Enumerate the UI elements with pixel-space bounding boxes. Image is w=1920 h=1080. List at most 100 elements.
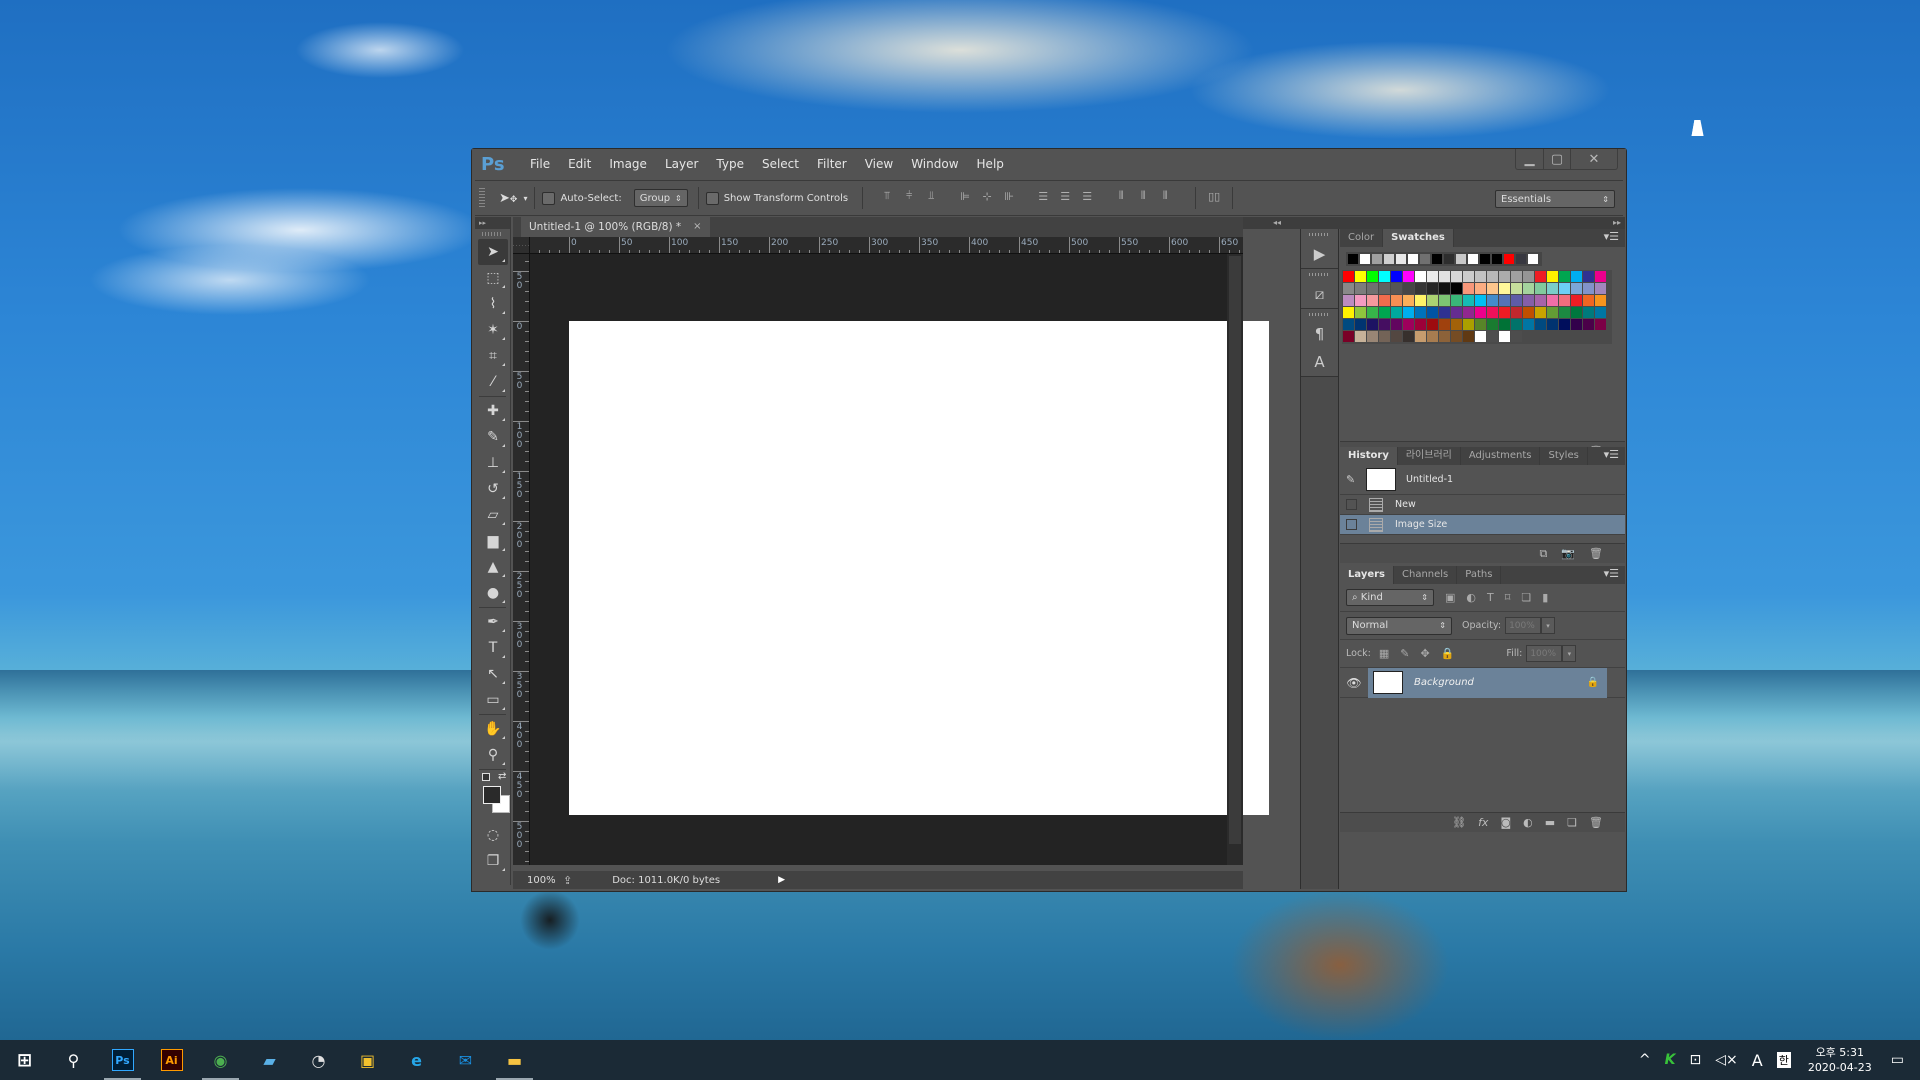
lasso-tool[interactable]: ⌇ xyxy=(478,291,508,317)
visibility-eye-icon[interactable]: 👁 xyxy=(1340,676,1368,690)
new-layer-icon[interactable]: ❏ xyxy=(1567,816,1577,829)
menu-view[interactable]: View xyxy=(856,157,902,171)
swatch[interactable] xyxy=(1355,319,1366,330)
swatch[interactable] xyxy=(1535,307,1546,318)
swatch[interactable] xyxy=(1367,331,1378,342)
close-tab-icon[interactable]: × xyxy=(693,217,701,237)
recent-swatch[interactable] xyxy=(1444,254,1454,264)
foreground-color[interactable] xyxy=(483,786,501,804)
swatch[interactable] xyxy=(1523,271,1534,282)
lock-transparent-icon[interactable]: ▦ xyxy=(1379,647,1389,660)
swatch[interactable] xyxy=(1391,283,1402,294)
swatch[interactable] xyxy=(1511,295,1522,306)
swatch[interactable] xyxy=(1487,307,1498,318)
swatch[interactable] xyxy=(1487,319,1498,330)
swatch[interactable] xyxy=(1379,307,1390,318)
notifications-icon[interactable]: ▭ xyxy=(1891,1052,1904,1068)
recent-swatch[interactable] xyxy=(1468,254,1478,264)
swatch[interactable] xyxy=(1403,283,1414,294)
recent-swatch[interactable] xyxy=(1384,254,1394,264)
tool-preset-picker[interactable]: ➤✥ ▾ xyxy=(499,191,527,206)
recent-swatch[interactable] xyxy=(1528,254,1538,264)
swatch[interactable] xyxy=(1391,295,1402,306)
vertical-scrollbar[interactable] xyxy=(1227,254,1243,865)
swatch[interactable] xyxy=(1547,307,1558,318)
swatch[interactable] xyxy=(1379,319,1390,330)
new-document-from-state-icon[interactable]: ⧉ xyxy=(1539,547,1547,561)
zoom-tool[interactable]: ⚲ xyxy=(478,742,508,768)
ruler-origin[interactable] xyxy=(513,237,530,254)
ime-mode-icon[interactable]: A xyxy=(1752,1051,1763,1070)
swatch[interactable] xyxy=(1475,319,1486,330)
menu-edit[interactable]: Edit xyxy=(559,157,600,171)
swatch[interactable] xyxy=(1367,319,1378,330)
expand-right-icon[interactable]: ▸▸ xyxy=(1613,217,1621,229)
swatch[interactable] xyxy=(1343,319,1354,330)
swatch[interactable] xyxy=(1391,331,1402,342)
swatch[interactable] xyxy=(1487,271,1498,282)
zoom-level[interactable]: 100% xyxy=(513,875,556,886)
swatch[interactable] xyxy=(1499,283,1510,294)
swatch[interactable] xyxy=(1523,319,1534,330)
swatch[interactable] xyxy=(1535,271,1546,282)
distribute-right-edges-icon[interactable]: ⫴ xyxy=(1154,187,1176,205)
clone-stamp-tool[interactable]: ⊥ xyxy=(478,450,508,476)
swatch[interactable] xyxy=(1355,307,1366,318)
auto-align-layers-icon[interactable]: ▯▯ xyxy=(1203,187,1225,205)
link-layers-icon[interactable]: ⛓ xyxy=(1452,816,1466,829)
recent-swatch[interactable] xyxy=(1408,254,1418,264)
vertical-ruler[interactable]: 50 0 50 100 150 200 250 300 350 400 450 500 xyxy=(513,254,530,865)
document-tab[interactable]: Untitled-1 @ 100% (RGB/8) * × xyxy=(521,217,710,237)
align-right-edges-icon[interactable]: ⊪ xyxy=(998,187,1020,205)
recent-swatch[interactable] xyxy=(1432,254,1442,264)
panel-menu-icon[interactable]: ▾☰ xyxy=(1604,448,1619,461)
swatch[interactable] xyxy=(1367,295,1378,306)
taskbar-remote-desktop[interactable]: ▰ xyxy=(245,1040,294,1080)
swatch[interactable] xyxy=(1511,271,1522,282)
trash-icon[interactable]: 🗑 xyxy=(1589,547,1603,560)
trash-icon[interactable]: 🗑 xyxy=(1589,816,1603,829)
swatch[interactable] xyxy=(1559,307,1570,318)
swatch[interactable] xyxy=(1583,319,1594,330)
recent-swatch[interactable] xyxy=(1360,254,1370,264)
panel-menu-icon[interactable]: ▾☰ xyxy=(1604,230,1619,243)
auto-select-checkbox[interactable] xyxy=(542,191,556,205)
swatch[interactable] xyxy=(1451,307,1462,318)
swatch[interactable] xyxy=(1571,295,1582,306)
swatch[interactable] xyxy=(1571,283,1582,294)
dodge-tool[interactable]: ● xyxy=(478,580,508,606)
align-top-edges-icon[interactable]: ⫪ xyxy=(876,187,898,205)
lock-image-icon[interactable]: ✎ xyxy=(1400,647,1409,660)
swatch[interactable] xyxy=(1499,331,1510,342)
swatch[interactable] xyxy=(1391,271,1402,282)
kakaotalk-tray-icon[interactable]: K xyxy=(1665,1052,1676,1068)
swatch[interactable] xyxy=(1427,295,1438,306)
pen-tool[interactable]: ✒ xyxy=(478,609,508,635)
history-brush-source-icon[interactable]: ✎ xyxy=(1346,473,1360,486)
swatch[interactable] xyxy=(1547,319,1558,330)
swatch[interactable] xyxy=(1463,295,1474,306)
swatch[interactable] xyxy=(1571,319,1582,330)
swatch[interactable] xyxy=(1475,295,1486,306)
panel-group-grip[interactable] xyxy=(1309,233,1330,236)
show-hidden-icons-chevron[interactable]: ^ xyxy=(1639,1052,1651,1068)
swatch[interactable] xyxy=(1415,331,1426,342)
swatch[interactable] xyxy=(1439,331,1450,342)
tab-history-1[interactable]: 라이브러리 xyxy=(1398,447,1461,465)
swatch[interactable] xyxy=(1427,331,1438,342)
recent-swatch[interactable] xyxy=(1420,254,1430,264)
swatch[interactable] xyxy=(1427,271,1438,282)
fill-field[interactable]: 100% xyxy=(1526,645,1563,662)
swatch[interactable] xyxy=(1523,295,1534,306)
type-layer-filter-icon[interactable]: T xyxy=(1487,591,1494,604)
opacity-field[interactable]: 100% xyxy=(1505,617,1542,634)
history-snapshot[interactable]: ✎ Untitled-1 xyxy=(1340,465,1625,495)
swatch[interactable] xyxy=(1595,271,1606,282)
swatch[interactable] xyxy=(1583,307,1594,318)
swatch[interactable] xyxy=(1463,331,1474,342)
status-menu-arrow-icon[interactable]: ▶ xyxy=(778,875,785,885)
swatch[interactable] xyxy=(1571,307,1582,318)
swatch[interactable] xyxy=(1403,331,1414,342)
history-brush-source-checkbox[interactable] xyxy=(1346,519,1357,530)
blend-mode-dropdown[interactable]: Normal ⇕ xyxy=(1346,616,1452,635)
